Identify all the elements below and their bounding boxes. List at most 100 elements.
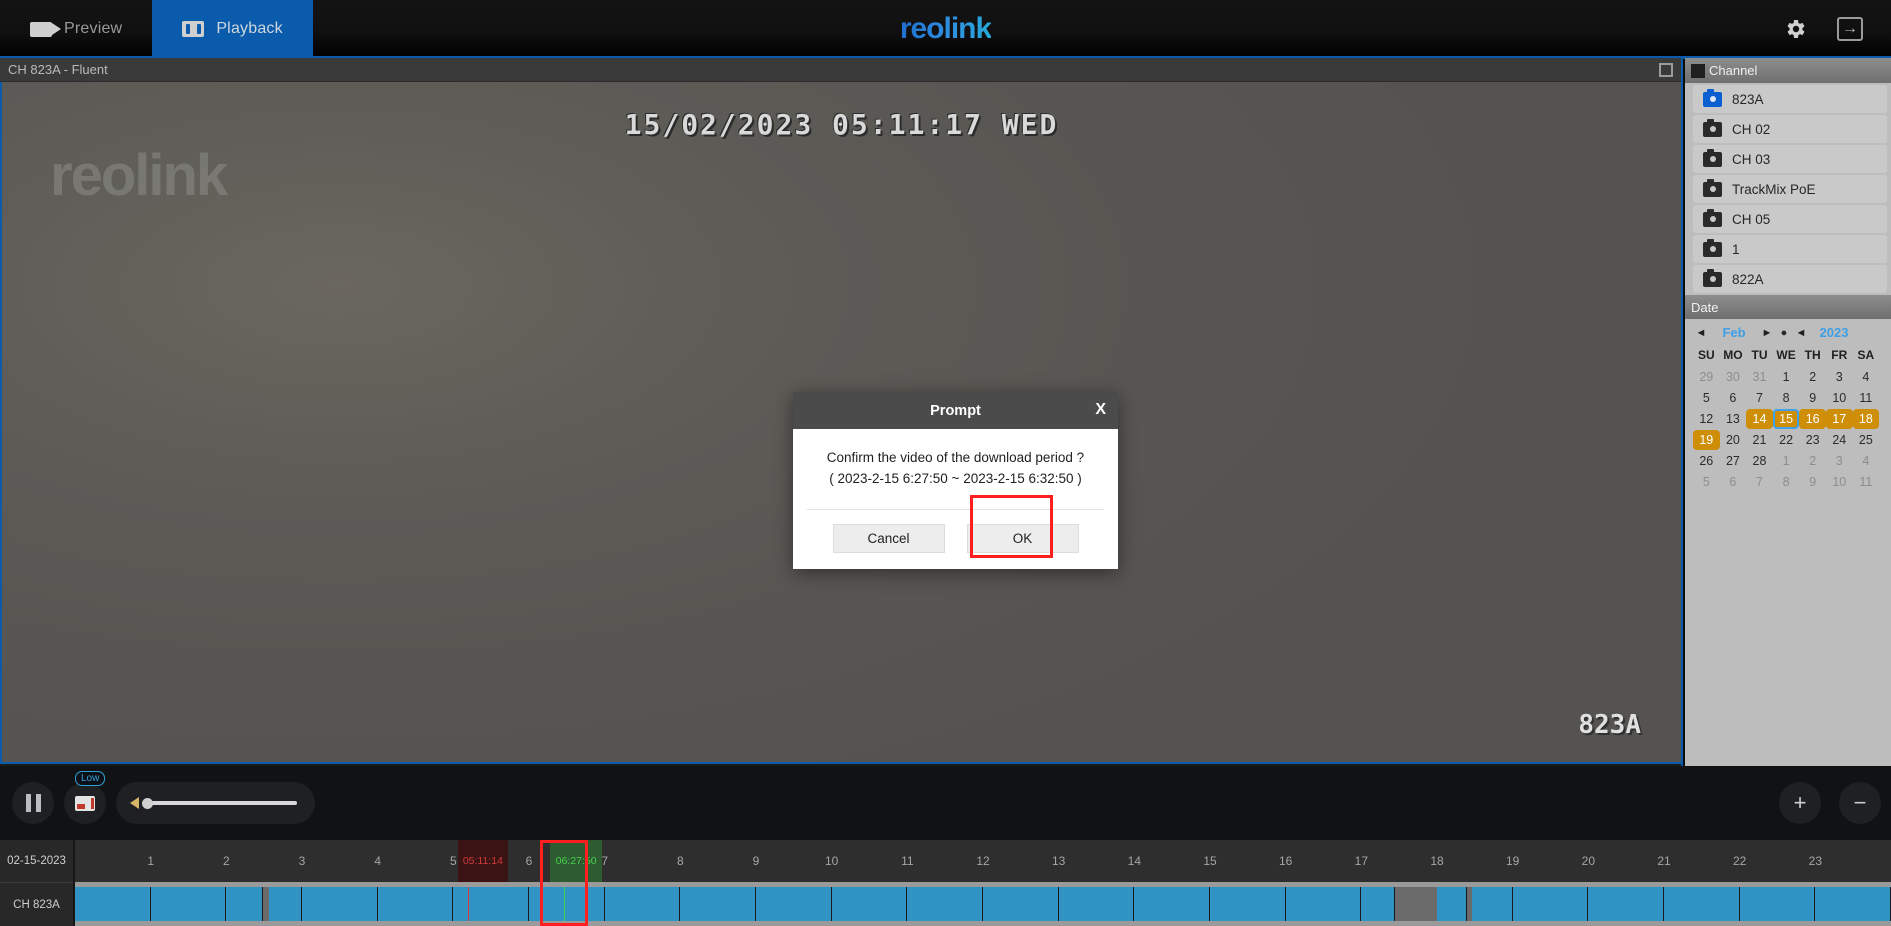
triangle-left-icon-month[interactable]: ◄ <box>1693 327 1709 339</box>
calendar-day[interactable]: 29 <box>1693 367 1720 387</box>
timeline-segment[interactable] <box>1134 887 1210 921</box>
timeline-body[interactable]: 1 2 3 4 5 6 7 8 9 10 11 12 13 14 15 16 17 18 19 20 21 22 23 05:… <box>75 840 1891 926</box>
calendar-day[interactable]: 17 <box>1825 409 1853 429</box>
calendar-day[interactable]: 30 <box>1720 367 1747 387</box>
calendar-day[interactable]: 24 <box>1826 430 1853 450</box>
timeline-segment[interactable] <box>1588 887 1664 921</box>
channel-item[interactable]: CH 05 <box>1693 205 1887 233</box>
calendar-day[interactable]: 14 <box>1746 409 1773 429</box>
calendar-day[interactable]: 22 <box>1773 430 1800 450</box>
calendar-day[interactable]: 20 <box>1720 430 1747 450</box>
volume-control[interactable] <box>116 782 315 824</box>
calendar-year-label[interactable]: 2023 <box>1811 325 1857 340</box>
timeline-segment[interactable] <box>1437 887 1468 921</box>
channel-item[interactable]: 823A <box>1693 85 1887 113</box>
channel-item[interactable]: 822A <box>1693 265 1887 293</box>
timeline-segment[interactable] <box>907 887 983 921</box>
calendar-day[interactable]: 5 <box>1693 388 1720 408</box>
calendar-day[interactable]: 25 <box>1853 430 1880 450</box>
timeline-segment[interactable] <box>1361 887 1396 921</box>
triangle-right-icon-month[interactable]: ► <box>1759 327 1775 339</box>
timeline-segment[interactable] <box>1664 887 1740 921</box>
zoom-out-button[interactable]: − <box>1839 782 1881 824</box>
calendar-day[interactable]: 1 <box>1773 367 1800 387</box>
calendar-day[interactable]: 11 <box>1853 388 1880 408</box>
calendar-day[interactable]: 13 <box>1720 409 1747 429</box>
zoom-in-button[interactable]: + <box>1779 782 1821 824</box>
volume-slider-knob[interactable] <box>142 797 153 809</box>
calendar-day[interactable]: 31 <box>1746 367 1773 387</box>
calendar-day[interactable]: 7 <box>1746 388 1773 408</box>
channel-item[interactable]: TrackMix PoE <box>1693 175 1887 203</box>
ok-button[interactable]: OK <box>966 524 1079 553</box>
calendar-day[interactable]: 5 <box>1693 472 1720 492</box>
calendar-day[interactable]: 4 <box>1853 451 1880 471</box>
timeline-segment[interactable] <box>1815 887 1891 921</box>
timeline-segment[interactable] <box>1285 887 1362 921</box>
calendar-day[interactable]: 9 <box>1799 388 1826 408</box>
timeline-segment[interactable] <box>268 887 302 921</box>
calendar-day[interactable]: 6 <box>1720 472 1747 492</box>
timeline-segment[interactable] <box>1512 887 1589 921</box>
stream-quality-button[interactable]: Low <box>64 771 106 824</box>
calendar-day[interactable]: 18 <box>1852 409 1880 429</box>
timeline-segment[interactable] <box>831 887 908 921</box>
channel-item[interactable]: 1 <box>1693 235 1887 263</box>
timeline-recording-segments[interactable] <box>75 887 1891 921</box>
pause-button[interactable] <box>12 782 54 824</box>
timeline-segment[interactable] <box>377 887 454 921</box>
tab-playback[interactable]: Playback <box>152 0 313 58</box>
channel-item[interactable]: CH 02 <box>1693 115 1887 143</box>
calendar-day[interactable]: 2 <box>1799 367 1826 387</box>
calendar-day[interactable]: 8 <box>1773 388 1800 408</box>
dot-icon[interactable]: ● <box>1777 327 1791 339</box>
timeline-segment[interactable] <box>1739 887 1816 921</box>
tab-preview[interactable]: Preview <box>0 0 152 58</box>
gear-icon[interactable] <box>1783 17 1807 41</box>
calendar-day[interactable]: 7 <box>1746 472 1773 492</box>
calendar-day[interactable]: 12 <box>1693 409 1720 429</box>
channel-item[interactable]: CH 03 <box>1693 145 1887 173</box>
calendar-day[interactable]: 11 <box>1853 472 1880 492</box>
calendar-day[interactable]: 23 <box>1799 430 1826 450</box>
calendar-day[interactable]: 16 <box>1799 409 1826 429</box>
calendar-day[interactable]: 4 <box>1853 367 1880 387</box>
calendar-day[interactable]: 19 <box>1693 430 1720 450</box>
timeline-segment[interactable] <box>75 887 151 921</box>
timeline-segment[interactable] <box>453 887 529 921</box>
timeline-segment[interactable] <box>756 887 832 921</box>
close-icon[interactable]: X <box>1095 401 1106 419</box>
fullscreen-icon[interactable] <box>1659 63 1673 77</box>
calendar-day[interactable]: 3 <box>1826 451 1853 471</box>
calendar-day[interactable]: 28 <box>1746 451 1773 471</box>
timeline-segment[interactable] <box>983 887 1059 921</box>
calendar-day[interactable]: 10 <box>1826 472 1853 492</box>
timeline-segment[interactable] <box>604 887 681 921</box>
calendar-day[interactable]: 9 <box>1799 472 1826 492</box>
timeline-segment[interactable] <box>680 887 756 921</box>
timeline-segment[interactable] <box>150 887 227 921</box>
calendar-day[interactable]: 1 <box>1773 451 1800 471</box>
logout-icon[interactable] <box>1837 17 1863 41</box>
timeline-segment[interactable] <box>226 887 263 921</box>
timeline-ruler[interactable]: 1 2 3 4 5 6 7 8 9 10 11 12 13 14 15 16 17 18 19 20 21 22 23 05:… <box>75 840 1891 882</box>
calendar-day[interactable]: 15 <box>1772 409 1800 429</box>
timeline-segment[interactable] <box>1210 887 1286 921</box>
timeline-track[interactable] <box>75 882 1891 926</box>
calendar-day[interactable]: 3 <box>1826 367 1853 387</box>
calendar-day[interactable]: 8 <box>1773 472 1800 492</box>
timeline-segment[interactable] <box>529 887 605 921</box>
timeline-segment[interactable] <box>1058 887 1135 921</box>
calendar-month-label[interactable]: Feb <box>1711 325 1757 340</box>
timeline-segment[interactable] <box>1471 887 1513 921</box>
calendar-day[interactable]: 2 <box>1799 451 1826 471</box>
triangle-left-icon-year[interactable]: ◄ <box>1793 327 1809 339</box>
volume-slider[interactable] <box>142 797 297 809</box>
cancel-button[interactable]: Cancel <box>832 524 945 553</box>
calendar-day[interactable]: 27 <box>1720 451 1747 471</box>
timeline-segment[interactable] <box>302 887 378 921</box>
calendar-day[interactable]: 26 <box>1693 451 1720 471</box>
calendar-day[interactable]: 21 <box>1746 430 1773 450</box>
calendar-day[interactable]: 10 <box>1826 388 1853 408</box>
calendar-day[interactable]: 6 <box>1720 388 1747 408</box>
